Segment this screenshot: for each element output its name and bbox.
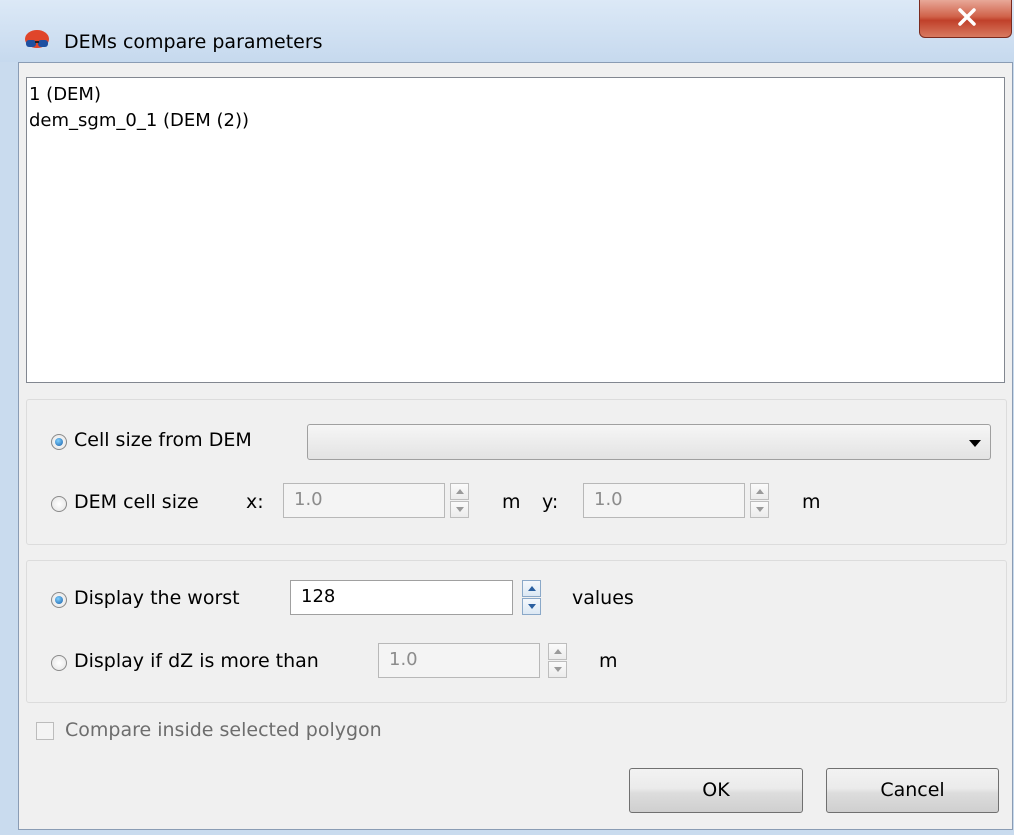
display-worst-radio[interactable] bbox=[51, 592, 67, 608]
arrow-up-icon bbox=[554, 649, 562, 654]
arrow-down-icon bbox=[554, 667, 562, 672]
ok-button[interactable]: OK bbox=[629, 768, 803, 813]
compare-inside-polygon-label: Compare inside selected polygon bbox=[65, 719, 382, 741]
cell-size-from-dem-label: Cell size from DEM bbox=[74, 429, 252, 451]
cancel-button[interactable]: Cancel bbox=[826, 768, 999, 813]
arrow-down-icon bbox=[528, 604, 536, 609]
spin-down-button[interactable] bbox=[750, 501, 769, 518]
y-label: y: bbox=[542, 491, 559, 513]
worst-unit-label: values bbox=[572, 587, 634, 609]
cell-size-x-stepper[interactable] bbox=[450, 483, 469, 518]
dem-cell-size-label: DEM cell size bbox=[74, 491, 199, 513]
spin-down-button[interactable] bbox=[522, 598, 541, 615]
dialog-body: 1 (DEM) dem_sgm_0_1 (DEM (2)) Cell size … bbox=[18, 62, 1013, 830]
cell-size-from-dem-radio[interactable] bbox=[51, 434, 67, 450]
dz-threshold-stepper[interactable] bbox=[548, 643, 567, 678]
display-worst-label: Display the worst bbox=[74, 587, 240, 609]
cell-size-x-input[interactable]: 1.0 bbox=[283, 483, 445, 518]
chevron-down-icon[interactable] bbox=[969, 440, 981, 447]
list-item[interactable]: dem_sgm_0_1 (DEM (2)) bbox=[29, 108, 1004, 134]
dem-list[interactable]: 1 (DEM) dem_sgm_0_1 (DEM (2)) bbox=[26, 77, 1005, 383]
compare-inside-polygon-checkbox[interactable] bbox=[36, 722, 54, 740]
display-group: Display the worst 128 values Display if … bbox=[26, 560, 1007, 703]
spin-down-button[interactable] bbox=[450, 501, 469, 518]
worst-count-stepper[interactable] bbox=[522, 580, 541, 615]
title-bar[interactable]: DEMs compare parameters bbox=[0, 0, 1014, 62]
spin-down-button[interactable] bbox=[548, 661, 567, 678]
spin-up-button[interactable] bbox=[548, 643, 567, 660]
arrow-up-icon bbox=[456, 489, 464, 494]
display-dz-label: Display if dZ is more than bbox=[74, 650, 319, 672]
dz-unit-label: m bbox=[599, 650, 618, 672]
display-dz-radio[interactable] bbox=[51, 655, 67, 671]
cell-size-y-input[interactable]: 1.0 bbox=[583, 483, 745, 518]
x-unit-label: m bbox=[502, 491, 521, 513]
spin-up-button[interactable] bbox=[750, 483, 769, 500]
list-item[interactable]: 1 (DEM) bbox=[29, 82, 1004, 108]
dem-cell-size-radio[interactable] bbox=[51, 496, 67, 512]
cell-size-group: Cell size from DEM DEM cell size x: 1.0 … bbox=[26, 399, 1007, 545]
arrow-down-icon bbox=[756, 507, 764, 512]
dz-threshold-input[interactable]: 1.0 bbox=[378, 643, 540, 678]
spin-up-button[interactable] bbox=[450, 483, 469, 500]
cell-size-source-combo[interactable] bbox=[307, 424, 991, 460]
arrow-up-icon bbox=[528, 586, 536, 591]
worst-count-input[interactable]: 128 bbox=[290, 580, 513, 615]
cell-size-y-stepper[interactable] bbox=[750, 483, 769, 518]
y-unit-label: m bbox=[802, 491, 821, 513]
x-label: x: bbox=[246, 491, 264, 513]
red-glasses-icon bbox=[25, 30, 49, 48]
window-title: DEMs compare parameters bbox=[64, 31, 323, 53]
close-button[interactable] bbox=[919, 0, 1012, 38]
arrow-up-icon bbox=[756, 489, 764, 494]
close-icon bbox=[958, 8, 976, 26]
dialog-window: DEMs compare parameters 1 (DEM) dem_sgm_… bbox=[0, 0, 1014, 835]
arrow-down-icon bbox=[456, 507, 464, 512]
spin-up-button[interactable] bbox=[522, 580, 541, 597]
